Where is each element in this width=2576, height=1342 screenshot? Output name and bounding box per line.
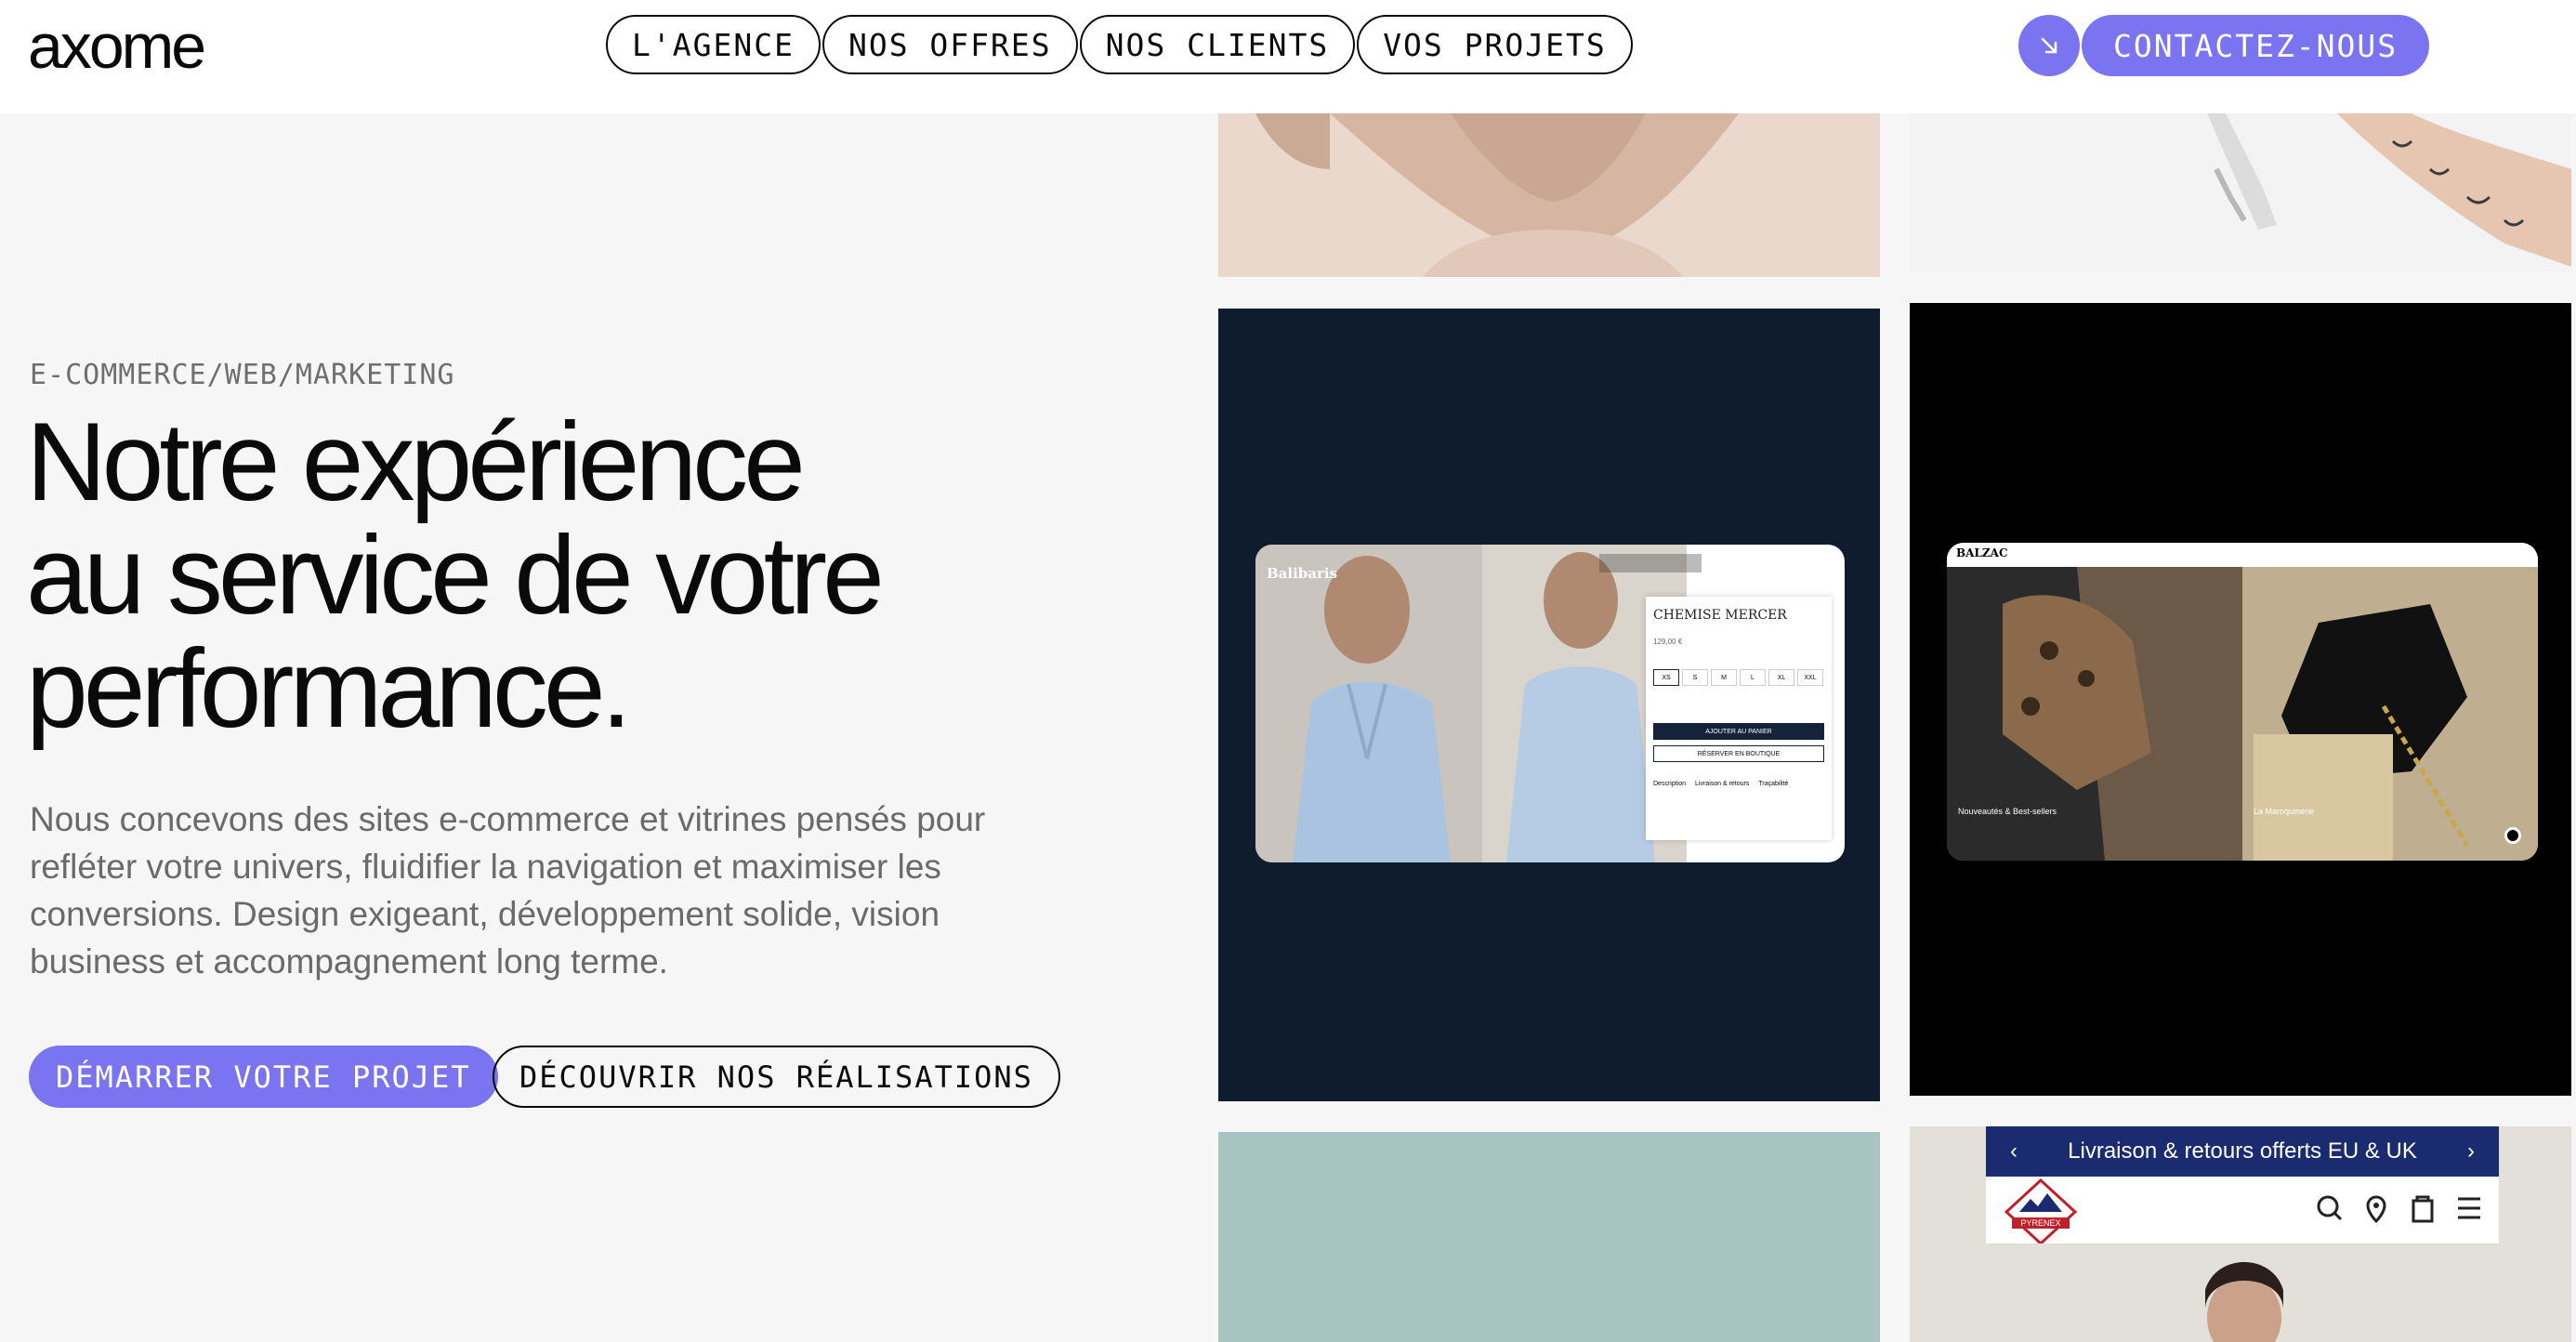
balzac-caption-left: Nouveautés & Best-sellers bbox=[1958, 807, 2057, 816]
balzac-photos bbox=[1947, 567, 2538, 861]
balzac-topbar: BALZAC bbox=[1947, 543, 2538, 567]
size-option: S bbox=[1682, 669, 1708, 686]
hero-description: Nous concevons des sites e-commerce et v… bbox=[30, 800, 986, 980]
balibaris-mockup: Balibaris CHEMISE MERCER 129,00 € XS S M… bbox=[1255, 545, 1845, 862]
balibaris-product-title: CHEMISE MERCER bbox=[1653, 608, 1787, 623]
size-option: XL bbox=[1768, 669, 1794, 686]
balibaris-price: 129,00 € bbox=[1653, 638, 1683, 646]
balzac-caption-right: La Maroquinerie bbox=[2254, 807, 2315, 816]
balibaris-tabs: Description Livraison & retours Traçabil… bbox=[1653, 781, 1788, 787]
menu-icon bbox=[2458, 1197, 2480, 1219]
site-header: axome L'AGENCE NOS OFFRES NOS CLIENTS VO… bbox=[0, 0, 2576, 113]
headline-line-3: performance. bbox=[26, 626, 632, 751]
size-option: L bbox=[1740, 669, 1766, 686]
balibaris-add-to-cart: AJOUTER AU PANIER bbox=[1653, 723, 1824, 740]
balibaris-size-selector: XS S M L XL XXL bbox=[1653, 669, 1823, 686]
pyrenex-announcement-text: Livraison & retours offerts EU & UK bbox=[2068, 1138, 2417, 1164]
chevron-right-icon: › bbox=[2466, 1138, 2475, 1164]
pyrenex-nav: PYRENEX bbox=[1986, 1177, 2499, 1243]
balibaris-tab: Livraison & retours bbox=[1695, 781, 1750, 787]
contact-group: CONTACTEZ-NOUS bbox=[2018, 15, 2430, 76]
balibaris-tab: Traçabilité bbox=[1758, 781, 1789, 787]
start-project-button[interactable]: DÉMARRER VOTRE PROJET bbox=[29, 1046, 498, 1108]
pyrenex-logo-icon: PYRENEX bbox=[2004, 1178, 2078, 1243]
nav-agence[interactable]: L'AGENCE bbox=[606, 15, 821, 74]
location-icon bbox=[2366, 1195, 2386, 1224]
size-option: XS bbox=[1653, 669, 1679, 686]
nav-projets[interactable]: VOS PROJETS bbox=[1357, 15, 1633, 74]
axome-logo[interactable]: axome bbox=[28, 7, 206, 86]
pyrenex-model-photo bbox=[1910, 1243, 2571, 1342]
gallery-tile-pyrenex[interactable]: ‹ Livraison & retours offerts EU & UK › … bbox=[1910, 1126, 2571, 1342]
hero-eyebrow: E-COMMERCE/WEB/MARKETING bbox=[30, 359, 455, 391]
search-icon bbox=[2317, 1195, 2343, 1221]
size-option: M bbox=[1711, 669, 1737, 686]
chevron-left-icon: ‹ bbox=[2010, 1138, 2017, 1164]
main-nav: L'AGENCE NOS OFFRES NOS CLIENTS VOS PROJ… bbox=[606, 15, 1633, 74]
gallery-tile-balibaris[interactable]: Balibaris CHEMISE MERCER 129,00 € XS S M… bbox=[1218, 309, 1880, 1101]
hand-photo bbox=[1910, 113, 2571, 271]
gallery-tile-balzac[interactable]: BALZAC Nouveautés & Best-sellers La Maro… bbox=[1910, 303, 2571, 1096]
balzac-mockup: BALZAC Nouveautés & Best-sellers La Maro… bbox=[1947, 543, 2538, 861]
balibaris-product-card: CHEMISE MERCER 129,00 € XS S M L XL XXL … bbox=[1646, 597, 1832, 840]
nav-offres[interactable]: NOS OFFRES bbox=[821, 15, 1078, 74]
contact-button[interactable]: CONTACTEZ-NOUS bbox=[2082, 15, 2430, 76]
play-icon bbox=[2504, 827, 2521, 844]
balibaris-tab: Description bbox=[1653, 781, 1687, 787]
neck-photo bbox=[1218, 113, 1880, 277]
gallery-tile-skin[interactable] bbox=[1218, 113, 1880, 277]
discover-work-button[interactable]: DÉCOUVRIR NOS RÉALISATIONS bbox=[493, 1046, 1060, 1108]
pyrenex-wordmark: PYRENEX bbox=[2020, 1218, 2060, 1228]
bag-icon bbox=[2412, 1195, 2434, 1223]
balibaris-reserve: RÉSERVER EN BOUTIQUE bbox=[1653, 745, 1824, 762]
gallery-tile-mint[interactable] bbox=[1218, 1132, 1880, 1342]
headline-line-2: au service de votre bbox=[26, 513, 885, 638]
headline-line-1: Notre expérience bbox=[26, 400, 806, 524]
size-option: XXL bbox=[1797, 669, 1823, 686]
pyrenex-nav-icons bbox=[2317, 1195, 2480, 1224]
hero-headline: Notre expérience au service de votre per… bbox=[26, 405, 1048, 745]
nav-clients[interactable]: NOS CLIENTS bbox=[1079, 15, 1356, 74]
gallery-tile-perfume[interactable] bbox=[1910, 113, 2571, 271]
balzac-logo: BALZAC bbox=[1956, 546, 2008, 559]
arrow-down-right-icon[interactable] bbox=[2018, 15, 2080, 76]
pyrenex-announcement-bar: ‹ Livraison & retours offerts EU & UK › bbox=[1986, 1126, 2499, 1177]
balibaris-logo: Balibaris bbox=[1267, 565, 1338, 582]
